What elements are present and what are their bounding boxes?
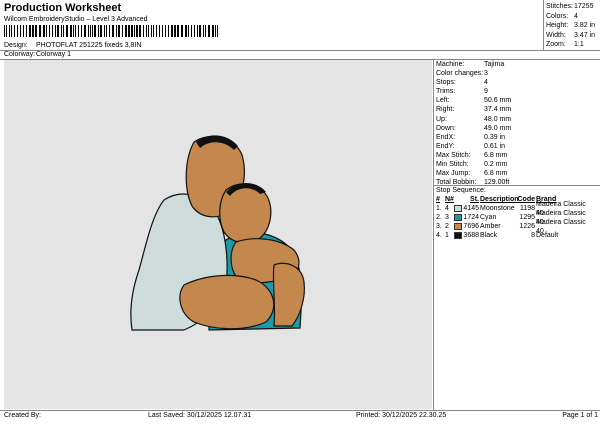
software-subtitle: Wilcom EmbroideryStudio – Level 3 Advanc… (4, 16, 148, 23)
machine-info-row: Color changes: 3 (436, 70, 488, 78)
stop-sequence-table: # N# St. Description Code Brand 1. 4 4145 M… (436, 195, 598, 240)
printed-date: Printed: 30/12/2025 22.30.25 (356, 412, 447, 419)
stat-zoom: Zoom: 1:1 (546, 41, 584, 48)
header-divider-1 (0, 50, 600, 51)
stats-divider (543, 0, 544, 50)
stop-row: 3. 2 7696 Amber 1226 Madeira Classic 40 (436, 218, 586, 235)
design-label: Design: (4, 42, 28, 49)
machine-info-row: Min Stitch: 0.2 mm (436, 161, 508, 169)
design-value: PHOTOFLAT 251225 fixeds 3,8IN (36, 42, 142, 49)
colorway-value: Colorway 1 (36, 51, 72, 58)
worksheet-title: Production Worksheet (4, 2, 122, 14)
machine-info-row: Machine: Tajima (436, 61, 505, 68)
machine-info-row: Stops: 4 (436, 79, 488, 87)
machine-info-row: Max Stitch: 6.8 mm (436, 151, 508, 159)
stat-height: Height: 3.82 in (546, 22, 596, 29)
stop-sequence-heading: Stop Sequence: (436, 187, 486, 194)
color-swatch (454, 205, 462, 212)
colorway-row: Colorway: Colorway 1 (4, 51, 71, 58)
machine-info-row: EndY: 0.61 in (436, 142, 506, 150)
machine-info-row: Right: 37.4 mm (436, 106, 512, 114)
arm-lower (179, 274, 275, 330)
panel-divider (433, 59, 434, 410)
machine-info-row: EndX: 0.39 in (436, 133, 506, 141)
last-saved: Last Saved: 30/12/2025 12.07.31 (148, 412, 252, 419)
stat-colors: Colors: 4 (546, 12, 578, 20)
machine-info-row: Left: 50.6 mm (436, 97, 512, 105)
color-swatch (454, 223, 462, 230)
machine-info-row: Trims: 9 (436, 88, 488, 96)
design-preview (4, 60, 432, 409)
stat-width: Width: 3.47 in (546, 31, 596, 39)
color-swatch (454, 232, 462, 239)
created-by: Created By: (4, 412, 41, 419)
embroidery-artwork (130, 135, 305, 331)
color-swatch (454, 214, 462, 221)
barcode (4, 25, 218, 37)
design-row: Design: PHOTOFLAT 251225 fixeds 3,8IN (4, 42, 141, 49)
machine-info-row: Down: 49.0 mm (436, 124, 512, 132)
page-number: Page 1 of 1 (562, 412, 598, 419)
stat-stitches: Stitches: 17255 (546, 3, 594, 10)
colorway-label: Colorway: (4, 51, 36, 58)
stop-sequence-panel: Stop Sequence: # N# St. Description Code… (436, 186, 598, 239)
machine-info-row: Up: 48.0 mm (436, 115, 512, 123)
stop-row: 4. 1 3688 Black 8 Default (436, 232, 559, 239)
footer-divider (0, 410, 600, 411)
machine-info-panel: Machine: Tajima Color changes: 3 Stops: 4 Trim… (436, 60, 598, 187)
machine-info-row: Max Jump: 6.8 mm (436, 170, 508, 178)
stats-panel: Stitches: 17255 Colors: 4 Height: 3.82 in W… (546, 2, 600, 50)
footer: Created By: Last Saved: 30/12/2025 12.07… (4, 412, 598, 422)
